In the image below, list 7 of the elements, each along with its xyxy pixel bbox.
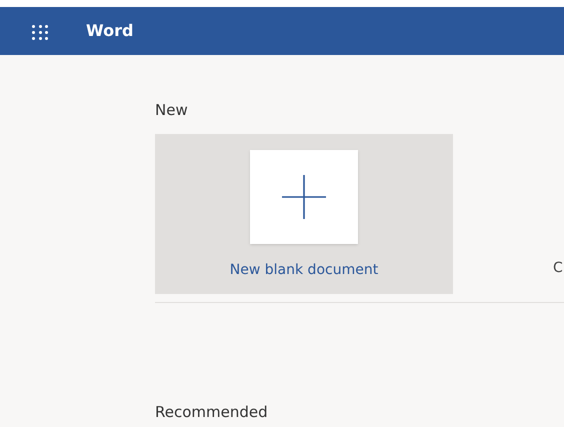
app-launcher-icon[interactable]	[30, 23, 50, 39]
plus-icon	[281, 174, 327, 220]
blank-document-tile[interactable]: New blank document	[155, 134, 453, 294]
app-title: Word	[86, 20, 134, 42]
section-heading: New	[155, 103, 189, 118]
section-heading: Recommended	[155, 405, 269, 420]
template-label: C	[553, 261, 563, 275]
